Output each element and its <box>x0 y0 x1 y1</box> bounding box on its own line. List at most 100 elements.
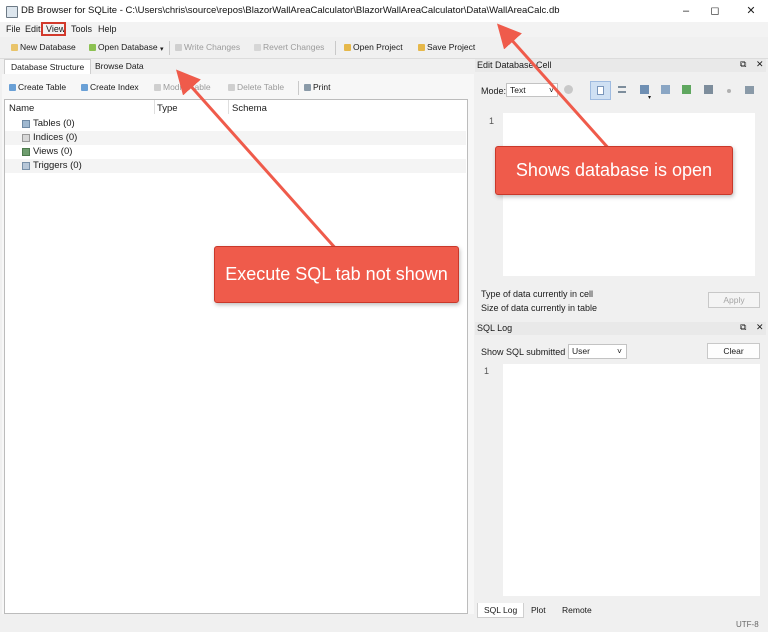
open-project-label: Open Project <box>353 42 403 52</box>
views-icon <box>22 148 30 156</box>
create-table-icon <box>9 83 16 91</box>
word-wrap-button[interactable] <box>590 81 611 100</box>
open-database-button[interactable]: Open Database <box>89 42 158 52</box>
delete-table-icon <box>228 83 235 91</box>
modify-table-label: Modify Table <box>163 82 211 92</box>
undock-icon[interactable]: ⧉ <box>740 59 746 70</box>
view-menu-highlight <box>41 22 66 36</box>
close-pane-icon[interactable]: ✕ <box>756 322 764 333</box>
auto-format-icon[interactable] <box>618 86 626 93</box>
tree-label-indices: Indices (0) <box>33 132 78 143</box>
indices-icon <box>22 134 30 142</box>
open-database-icon <box>89 43 96 51</box>
toolbar-separator <box>298 81 299 95</box>
app-icon <box>6 6 18 18</box>
minimize-icon[interactable]: – <box>671 3 701 19</box>
submitter-value: User <box>572 346 590 356</box>
sql-log-header <box>475 322 766 335</box>
create-index-button[interactable]: Create Index <box>81 82 139 92</box>
menu-file[interactable]: File <box>6 24 21 34</box>
chevron-down-icon: ˅ <box>549 85 554 95</box>
close-pane-icon[interactable]: ✕ <box>756 59 764 70</box>
info-icon[interactable] <box>727 89 731 93</box>
create-index-label: Create Index <box>90 82 139 92</box>
new-database-icon <box>11 43 18 51</box>
title-bar: DB Browser for SQLite - C:\Users\chris\s… <box>0 0 768 22</box>
save-project-label: Save Project <box>427 42 476 52</box>
menu-edit[interactable]: Edit <box>25 24 41 34</box>
modify-table-button[interactable]: Modify Table <box>154 82 211 92</box>
column-divider <box>228 100 229 114</box>
mode-label: Mode: <box>481 86 507 96</box>
open-project-button[interactable]: Open Project <box>344 42 403 52</box>
import-icon[interactable] <box>640 85 649 94</box>
sql-log-title: SQL Log <box>477 323 513 333</box>
delete-table-label: Delete Table <box>237 82 285 92</box>
menu-tools[interactable]: Tools <box>71 24 92 34</box>
mode-value: Text <box>510 85 526 95</box>
tree-row-views[interactable] <box>5 145 466 159</box>
print-icon <box>304 83 311 91</box>
write-changes-button[interactable]: Write Changes <box>175 42 240 52</box>
tab-database-structure[interactable]: Database Structure <box>4 59 92 75</box>
sql-log-line-number: 1 <box>484 366 490 376</box>
open-external-icon[interactable] <box>704 85 713 94</box>
create-index-icon <box>81 83 88 91</box>
mode-select[interactable]: Text ˅ <box>506 83 558 97</box>
write-changes-icon <box>175 43 182 51</box>
tables-icon <box>22 120 30 128</box>
main-toolbar: New Database Open Database ▾ Write Chang… <box>0 37 768 59</box>
tree-label-views: Views (0) <box>33 146 73 157</box>
tab-sql-log[interactable]: SQL Log <box>477 603 525 618</box>
tab-remote[interactable]: Remote <box>556 603 598 617</box>
print-button[interactable]: Print <box>304 82 330 92</box>
type-info: Type of data currently in cell <box>481 289 594 299</box>
settings-icon[interactable] <box>564 85 573 94</box>
size-info: Size of data currently in table <box>481 303 598 313</box>
encoding-status: UTF-8 <box>736 620 759 629</box>
toolbar-separator <box>169 41 170 55</box>
export-icon[interactable] <box>661 85 670 94</box>
set-null-icon[interactable] <box>682 85 691 94</box>
maximize-icon[interactable]: ◻ <box>700 3 730 19</box>
sql-log-editor[interactable] <box>503 364 760 596</box>
menu-bar: File Edit View Tools Help <box>0 22 768 37</box>
callout-database-open: Shows database is open <box>495 146 733 195</box>
save-project-button[interactable]: Save Project <box>418 42 475 52</box>
save-project-icon <box>418 43 425 51</box>
close-icon[interactable]: ✕ <box>736 3 766 19</box>
revert-changes-label: Revert Changes <box>263 42 325 52</box>
open-database-label: Open Database <box>98 42 158 52</box>
open-database-dropdown-icon[interactable]: ▾ <box>160 45 164 53</box>
create-table-label: Create Table <box>18 82 67 92</box>
clear-button[interactable]: Clear <box>707 343 760 359</box>
delete-table-button[interactable]: Delete Table <box>228 82 284 92</box>
new-database-label: New Database <box>20 42 76 52</box>
edit-cell-title: Edit Database Cell <box>477 60 552 70</box>
tab-plot[interactable]: Plot <box>525 603 552 617</box>
tree-label-triggers: Triggers (0) <box>33 160 82 171</box>
column-name[interactable]: Name <box>9 103 34 114</box>
import-dropdown-icon[interactable]: ▾ <box>648 94 651 101</box>
write-changes-label: Write Changes <box>184 42 241 52</box>
submitter-select[interactable]: User ˅ <box>568 344 627 359</box>
modify-table-icon <box>154 83 161 91</box>
tab-browse-data[interactable]: Browse Data <box>89 59 150 74</box>
schema-tree[interactable] <box>4 99 468 614</box>
triggers-icon <box>22 162 30 170</box>
callout-execute-sql-missing: Execute SQL tab not shown <box>214 246 459 303</box>
cell-line-number: 1 <box>489 116 495 126</box>
create-table-button[interactable]: Create Table <box>9 82 66 92</box>
chevron-down-icon: ˅ <box>617 346 622 356</box>
new-database-button[interactable]: New Database <box>11 42 76 52</box>
tree-label-tables: Tables (0) <box>33 118 75 129</box>
revert-changes-icon <box>254 43 261 51</box>
undock-icon[interactable]: ⧉ <box>740 322 746 333</box>
menu-help[interactable]: Help <box>98 24 117 34</box>
column-schema[interactable]: Schema <box>232 103 267 114</box>
window-title: DB Browser for SQLite - C:\Users\chris\s… <box>21 5 560 16</box>
apply-button[interactable]: Apply <box>708 292 760 308</box>
print-cell-icon[interactable] <box>745 86 754 94</box>
revert-changes-button[interactable]: Revert Changes <box>254 42 324 52</box>
column-type[interactable]: Type <box>157 103 178 114</box>
